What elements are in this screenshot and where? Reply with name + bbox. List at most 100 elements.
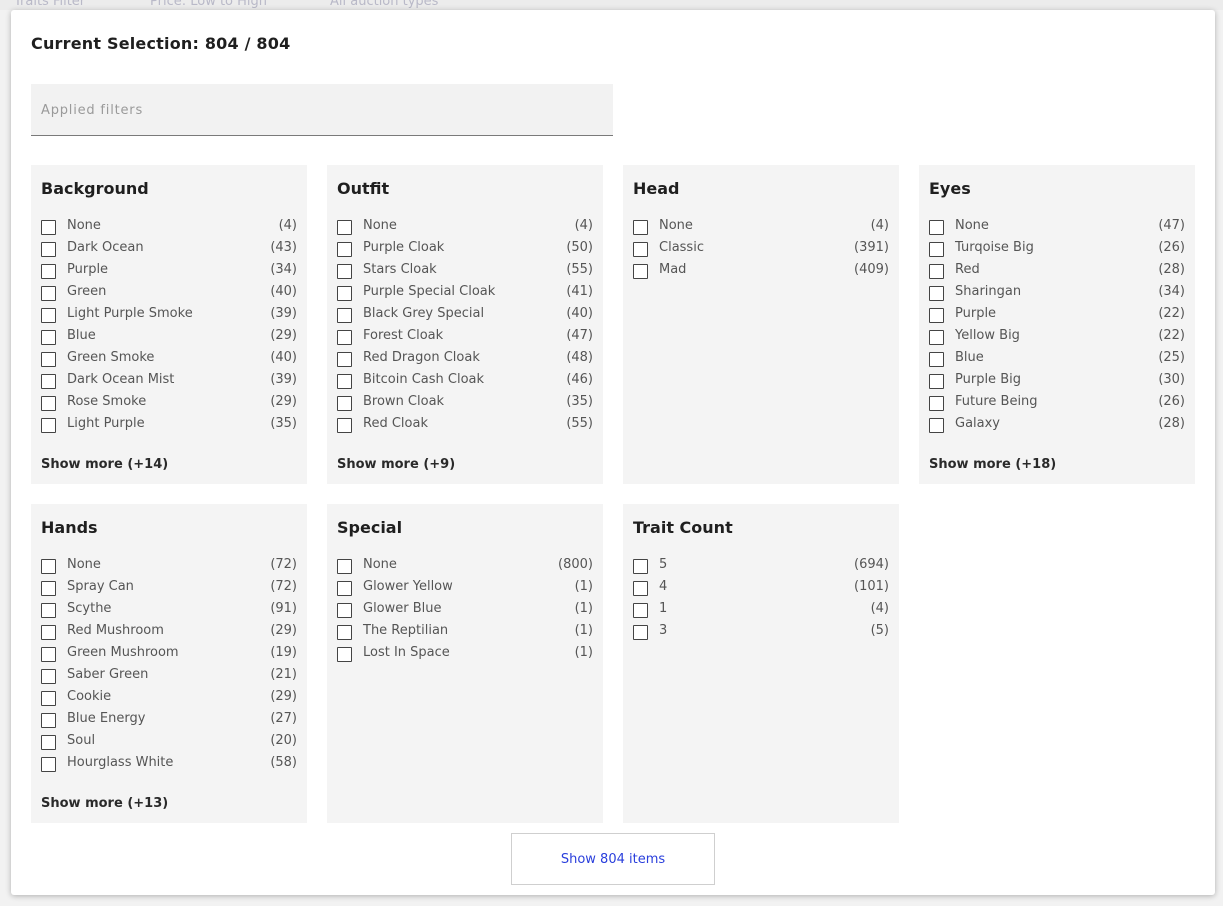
checkbox[interactable]: [41, 735, 56, 750]
filter-option-background[interactable]: Blue (29): [41, 328, 297, 350]
show-more-eyes-button[interactable]: Show more (+18): [929, 457, 1056, 472]
checkbox[interactable]: [41, 669, 56, 684]
filter-option-background[interactable]: Purple (34): [41, 262, 297, 284]
checkbox[interactable]: [41, 418, 56, 433]
filter-option-eyes[interactable]: Sharingan (34): [929, 284, 1185, 306]
checkbox[interactable]: [929, 308, 944, 323]
show-more-background-button[interactable]: Show more (+14): [41, 457, 168, 472]
checkbox[interactable]: [337, 220, 352, 235]
checkbox[interactable]: [41, 713, 56, 728]
checkbox[interactable]: [929, 330, 944, 345]
checkbox[interactable]: [41, 308, 56, 323]
filter-option-eyes[interactable]: Red (28): [929, 262, 1185, 284]
filter-option-head[interactable]: None (4): [633, 218, 889, 240]
checkbox[interactable]: [337, 374, 352, 389]
filter-option-special[interactable]: None (800): [337, 557, 593, 579]
filter-option-outfit[interactable]: Bitcoin Cash Cloak (46): [337, 372, 593, 394]
checkbox[interactable]: [337, 647, 352, 662]
filter-option-hands[interactable]: Blue Energy (27): [41, 711, 297, 733]
filter-option-hands[interactable]: Spray Can (72): [41, 579, 297, 601]
filter-option-background[interactable]: Green (40): [41, 284, 297, 306]
filter-option-head[interactable]: Mad (409): [633, 262, 889, 284]
filter-option-background[interactable]: Light Purple Smoke (39): [41, 306, 297, 328]
checkbox[interactable]: [41, 242, 56, 257]
checkbox[interactable]: [41, 559, 56, 574]
checkbox[interactable]: [41, 330, 56, 345]
applied-filters-field[interactable]: Applied filters: [31, 84, 613, 136]
checkbox[interactable]: [337, 264, 352, 279]
checkbox[interactable]: [337, 559, 352, 574]
checkbox[interactable]: [41, 220, 56, 235]
checkbox[interactable]: [337, 603, 352, 618]
filter-option-trait-count[interactable]: 1 (4): [633, 601, 889, 623]
filter-option-hands[interactable]: Scythe (91): [41, 601, 297, 623]
filter-option-background[interactable]: Dark Ocean (43): [41, 240, 297, 262]
filter-option-outfit[interactable]: Purple Special Cloak (41): [337, 284, 593, 306]
filter-option-background[interactable]: Rose Smoke (29): [41, 394, 297, 416]
checkbox[interactable]: [633, 242, 648, 257]
filter-option-trait-count[interactable]: 3 (5): [633, 623, 889, 645]
filter-option-outfit[interactable]: Brown Cloak (35): [337, 394, 593, 416]
filter-option-trait-count[interactable]: 4 (101): [633, 579, 889, 601]
filter-option-hands[interactable]: Saber Green (21): [41, 667, 297, 689]
checkbox[interactable]: [929, 396, 944, 411]
checkbox[interactable]: [929, 242, 944, 257]
filter-option-hands[interactable]: Cookie (29): [41, 689, 297, 711]
filter-option-hands[interactable]: Red Mushroom (29): [41, 623, 297, 645]
filter-option-outfit[interactable]: Forest Cloak (47): [337, 328, 593, 350]
checkbox[interactable]: [929, 264, 944, 279]
checkbox[interactable]: [337, 352, 352, 367]
checkbox[interactable]: [633, 559, 648, 574]
checkbox[interactable]: [41, 647, 56, 662]
filter-option-outfit[interactable]: Black Grey Special (40): [337, 306, 593, 328]
checkbox[interactable]: [929, 352, 944, 367]
checkbox[interactable]: [337, 286, 352, 301]
checkbox[interactable]: [337, 330, 352, 345]
filter-option-hands[interactable]: Soul (20): [41, 733, 297, 755]
filter-option-eyes[interactable]: Future Being (26): [929, 394, 1185, 416]
checkbox[interactable]: [41, 757, 56, 772]
checkbox[interactable]: [929, 220, 944, 235]
filter-option-outfit[interactable]: Red Dragon Cloak (48): [337, 350, 593, 372]
filter-option-special[interactable]: Lost In Space (1): [337, 645, 593, 667]
filter-option-eyes[interactable]: Purple (22): [929, 306, 1185, 328]
show-more-hands-button[interactable]: Show more (+13): [41, 796, 168, 811]
filter-option-background[interactable]: Light Purple (35): [41, 416, 297, 438]
checkbox[interactable]: [337, 308, 352, 323]
checkbox[interactable]: [41, 625, 56, 640]
filter-option-eyes[interactable]: Turqoise Big (26): [929, 240, 1185, 262]
filter-option-eyes[interactable]: Blue (25): [929, 350, 1185, 372]
checkbox[interactable]: [929, 286, 944, 301]
checkbox[interactable]: [41, 603, 56, 618]
checkbox[interactable]: [633, 625, 648, 640]
filter-option-eyes[interactable]: Purple Big (30): [929, 372, 1185, 394]
checkbox[interactable]: [633, 581, 648, 596]
filter-option-background[interactable]: Dark Ocean Mist (39): [41, 372, 297, 394]
checkbox[interactable]: [337, 242, 352, 257]
checkbox[interactable]: [41, 286, 56, 301]
checkbox[interactable]: [929, 418, 944, 433]
checkbox[interactable]: [337, 625, 352, 640]
checkbox[interactable]: [337, 396, 352, 411]
filter-option-hands[interactable]: None (72): [41, 557, 297, 579]
filter-option-trait-count[interactable]: 5 (694): [633, 557, 889, 579]
filter-option-hands[interactable]: Green Mushroom (19): [41, 645, 297, 667]
checkbox[interactable]: [633, 220, 648, 235]
filter-option-background[interactable]: None (4): [41, 218, 297, 240]
checkbox[interactable]: [41, 396, 56, 411]
checkbox[interactable]: [633, 603, 648, 618]
filter-option-special[interactable]: Glower Blue (1): [337, 601, 593, 623]
checkbox[interactable]: [41, 581, 56, 596]
checkbox[interactable]: [337, 581, 352, 596]
filter-option-eyes[interactable]: None (47): [929, 218, 1185, 240]
filter-option-outfit[interactable]: None (4): [337, 218, 593, 240]
checkbox[interactable]: [633, 264, 648, 279]
filter-option-special[interactable]: Glower Yellow (1): [337, 579, 593, 601]
filter-option-hands[interactable]: Hourglass White (58): [41, 755, 297, 777]
checkbox[interactable]: [41, 374, 56, 389]
filter-option-outfit[interactable]: Purple Cloak (50): [337, 240, 593, 262]
filter-option-outfit[interactable]: Red Cloak (55): [337, 416, 593, 438]
filter-option-eyes[interactable]: Galaxy (28): [929, 416, 1185, 438]
checkbox[interactable]: [41, 352, 56, 367]
filter-option-background[interactable]: Green Smoke (40): [41, 350, 297, 372]
